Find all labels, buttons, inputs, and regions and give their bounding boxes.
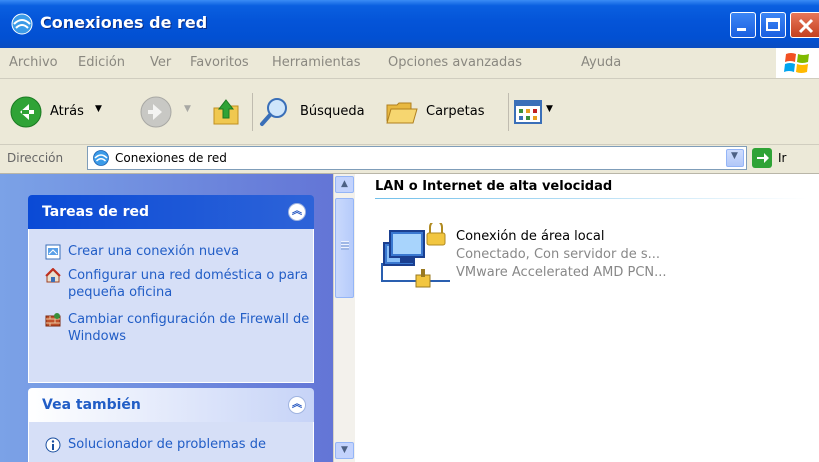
back-dropdown-icon[interactable]: ▼ xyxy=(95,104,102,114)
menu-herramientas[interactable]: Herramientas xyxy=(272,55,361,70)
network-tasks-title: Tareas de red xyxy=(42,204,150,220)
search-icon xyxy=(260,98,287,126)
task-label: Crear una conexión nueva xyxy=(68,244,240,259)
forward-dropdown-icon[interactable]: ▼ xyxy=(184,104,191,114)
address-label: Dirección xyxy=(7,151,64,165)
back-label: Atrás xyxy=(50,104,84,119)
see-also-title: Vea también xyxy=(42,397,141,413)
windows-logo xyxy=(776,48,819,78)
address-field[interactable]: Conexiones de red ▼ xyxy=(87,146,747,170)
scroll-down-button[interactable]: ▼ xyxy=(335,442,354,459)
see-also-panel: Vea también ︽ Solucionador de problemas … xyxy=(28,388,314,462)
search-button[interactable]: Búsqueda xyxy=(258,95,383,129)
menu-edicion[interactable]: Edición xyxy=(78,55,125,70)
task-label: Solucionador de problemas de xyxy=(68,437,266,452)
forward-button[interactable]: ▼ xyxy=(140,95,196,129)
home-network-icon xyxy=(45,268,61,283)
minimize-icon xyxy=(737,28,746,31)
task-pane-scrollbar[interactable]: ▲ ▼ xyxy=(333,174,355,462)
menu-favoritos[interactable]: Favoritos xyxy=(190,55,249,70)
task-create-connection[interactable]: Crear una conexión nueva xyxy=(45,243,315,261)
menu-archivo[interactable]: Archivo xyxy=(9,55,58,70)
collapse-chevron-icon[interactable]: ︽ xyxy=(288,396,306,414)
views-icon xyxy=(514,100,542,124)
connection-status: Conectado, Con servidor de s... xyxy=(456,247,661,262)
connection-item[interactable]: Conexión de área local Conectado, Con se… xyxy=(380,221,700,301)
title-bar: Conexiones de red xyxy=(0,0,819,48)
network-tasks-panel: Tareas de red ︽ Crear una conexión nueva… xyxy=(28,195,314,383)
menu-ayuda[interactable]: Ayuda xyxy=(581,55,621,70)
chevron-down-icon: ▼ xyxy=(731,151,738,161)
see-also-header[interactable]: Vea también ︽ xyxy=(28,388,314,422)
search-label: Búsqueda xyxy=(300,104,365,119)
see-also-body: Solucionador de problemas de xyxy=(28,422,314,462)
task-label: Configurar una red doméstica o para pequ… xyxy=(68,268,308,300)
network-connections-icon xyxy=(93,150,109,166)
collapse-chevron-icon[interactable]: ︽ xyxy=(288,203,306,221)
network-tasks-body: Crear una conexión nueva Configurar una … xyxy=(28,229,314,383)
connection-device: VMware Accelerated AMD PCN... xyxy=(456,265,667,280)
toolbar-separator xyxy=(252,93,253,131)
network-connections-icon xyxy=(11,13,33,35)
close-button[interactable] xyxy=(790,12,819,38)
toolbar-separator xyxy=(508,93,509,131)
scroll-thumb[interactable] xyxy=(335,198,354,298)
menu-opciones-avanzadas[interactable]: Opciones avanzadas xyxy=(388,55,522,70)
go-label: Ir xyxy=(778,151,787,165)
windows-flag-icon xyxy=(784,53,809,73)
back-arrow-icon xyxy=(10,96,42,128)
back-button[interactable]: Atrás ▼ xyxy=(10,95,130,129)
address-dropdown-button[interactable]: ▼ xyxy=(726,149,744,167)
task-firewall[interactable]: Cambiar configuración de Firewall de Win… xyxy=(45,311,315,347)
folders-icon xyxy=(386,102,418,124)
connection-name: Conexión de área local xyxy=(456,229,605,244)
new-connection-icon xyxy=(45,244,61,260)
task-pane: Tareas de red ︽ Crear una conexión nueva… xyxy=(0,174,333,462)
maximize-button[interactable] xyxy=(760,12,786,38)
up-folder-icon[interactable] xyxy=(210,96,242,128)
close-icon xyxy=(798,18,814,34)
info-icon xyxy=(45,437,61,453)
address-value: Conexiones de red xyxy=(115,151,227,165)
views-dropdown-icon[interactable]: ▼ xyxy=(546,104,553,114)
go-button[interactable]: Ir xyxy=(752,147,812,171)
window-title: Conexiones de red xyxy=(40,13,208,32)
maximize-icon xyxy=(766,18,780,31)
menu-bar: Archivo Edición Ver Favoritos Herramient… xyxy=(0,48,819,79)
firewall-icon xyxy=(45,313,61,327)
address-bar: Dirección Conexiones de red ▼ Ir xyxy=(0,145,819,174)
scroll-up-button[interactable]: ▲ xyxy=(335,176,354,193)
menu-ver[interactable]: Ver xyxy=(150,55,171,70)
standard-toolbar: Atrás ▼ ▼ Búsqueda Carpetas ▼ xyxy=(0,79,819,145)
minimize-button[interactable] xyxy=(730,12,756,38)
group-header: LAN o Internet de alta velocidad xyxy=(375,179,613,194)
task-label: Cambiar configuración de Firewall de Win… xyxy=(68,312,310,344)
forward-arrow-icon xyxy=(140,96,172,128)
task-home-network[interactable]: Configurar una red doméstica o para pequ… xyxy=(45,267,315,303)
lan-connection-icon xyxy=(381,223,450,288)
task-troubleshooter[interactable]: Solucionador de problemas de xyxy=(45,436,315,454)
network-tasks-header[interactable]: Tareas de red ︽ xyxy=(28,195,314,229)
views-button[interactable]: ▼ xyxy=(514,95,564,129)
go-arrow-icon xyxy=(752,148,772,168)
folders-button[interactable]: Carpetas xyxy=(385,95,505,129)
group-header-underline xyxy=(375,198,807,199)
folders-label: Carpetas xyxy=(426,104,485,119)
thumb-grip xyxy=(341,241,349,250)
content-area: LAN o Internet de alta velocidad Conexió… xyxy=(355,174,819,462)
